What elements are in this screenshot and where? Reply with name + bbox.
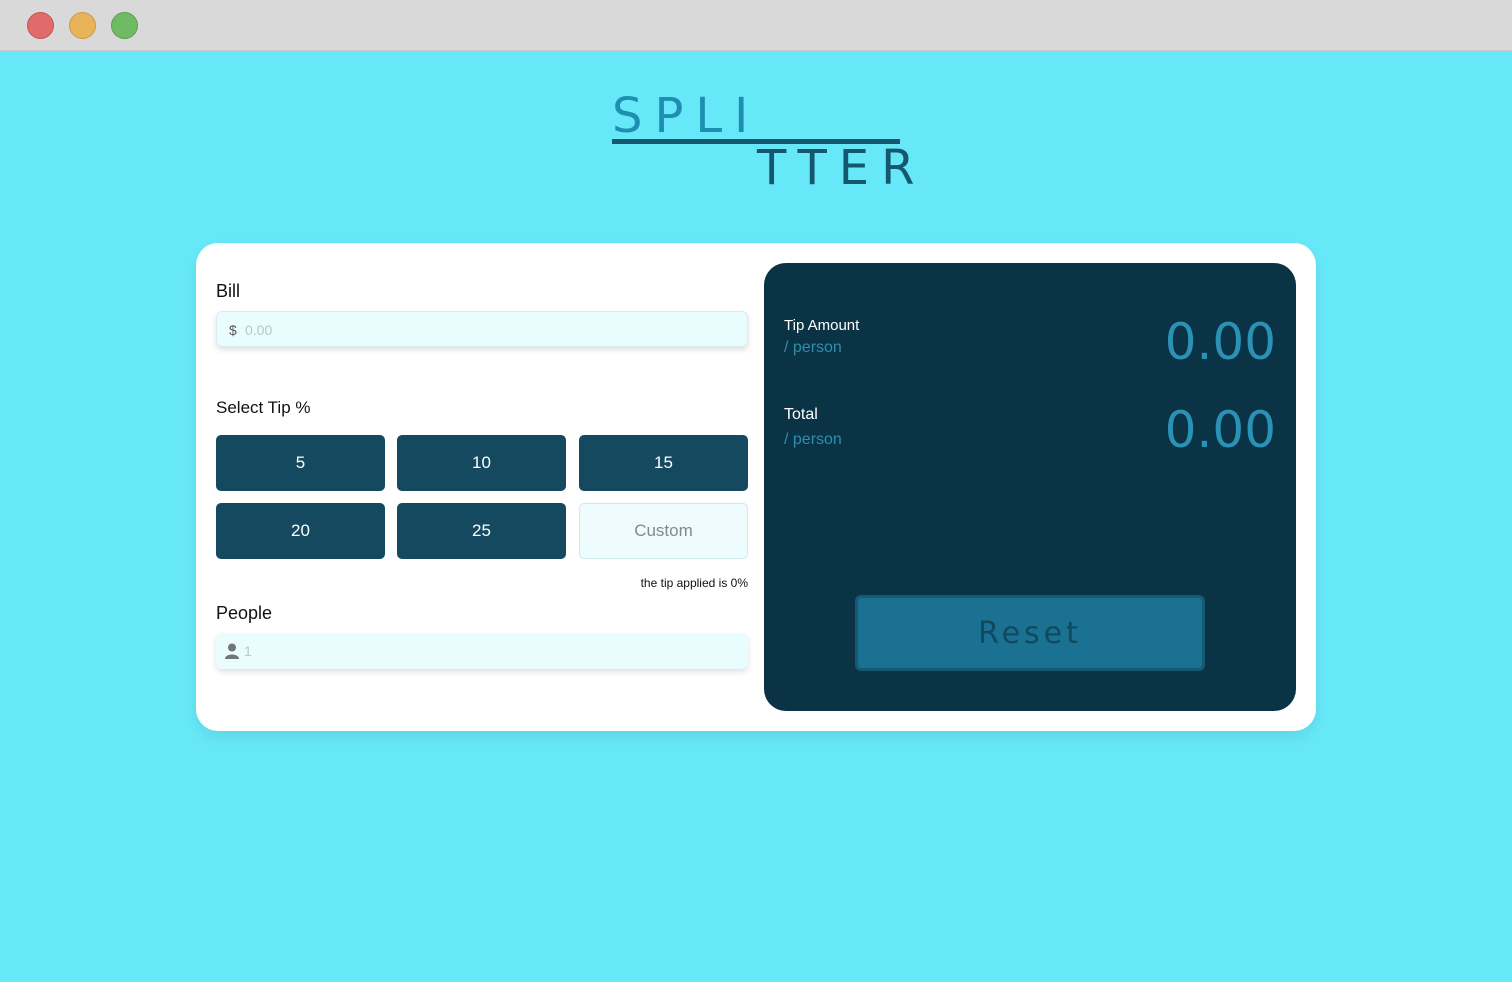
tip-button-10[interactable]: 10 <box>397 435 566 491</box>
custom-tip-input[interactable]: Custom <box>579 503 748 559</box>
people-label: People <box>216 603 273 623</box>
tip-button-5[interactable]: 5 <box>216 435 385 491</box>
calculator-card: Bill $ 0.00 Select Tip % 5 10 15 20 25 C… <box>196 243 1316 731</box>
splitter-logo: SPLI TTER <box>612 88 914 192</box>
window-titlebar <box>0 0 1512 51</box>
dollar-icon: $ <box>229 322 237 338</box>
select-tip-label: Select Tip % <box>216 398 311 417</box>
tip-button-15[interactable]: 15 <box>579 435 748 491</box>
bill-label: Bill <box>216 281 241 301</box>
maximize-window-button[interactable] <box>111 12 138 39</box>
tip-button-25[interactable]: 25 <box>397 503 566 559</box>
tip-amount-per-person: / person <box>784 339 842 356</box>
total-value: 0.00 <box>1164 401 1276 459</box>
logo-bottom-text: TTER <box>757 140 927 196</box>
total-title: Total <box>784 406 818 423</box>
people-placeholder: 1 <box>244 643 252 659</box>
reset-button[interactable]: Reset <box>855 595 1205 671</box>
bill-input[interactable]: $ 0.00 <box>216 311 748 347</box>
people-input[interactable]: 1 <box>216 633 748 669</box>
tip-applied-note: the tip applied is 0% <box>640 576 748 590</box>
bill-placeholder: 0.00 <box>245 322 273 338</box>
close-window-button[interactable] <box>27 12 54 39</box>
results-panel: Tip Amount / person 0.00 Total / person … <box>764 263 1296 711</box>
tip-amount-value: 0.00 <box>1164 313 1276 371</box>
minimize-window-button[interactable] <box>69 12 96 39</box>
total-per-person: / person <box>784 431 842 448</box>
person-icon <box>225 643 239 659</box>
tip-amount-title: Tip Amount <box>784 317 860 334</box>
tip-button-20[interactable]: 20 <box>216 503 385 559</box>
logo-top-text: SPLI <box>612 88 761 144</box>
